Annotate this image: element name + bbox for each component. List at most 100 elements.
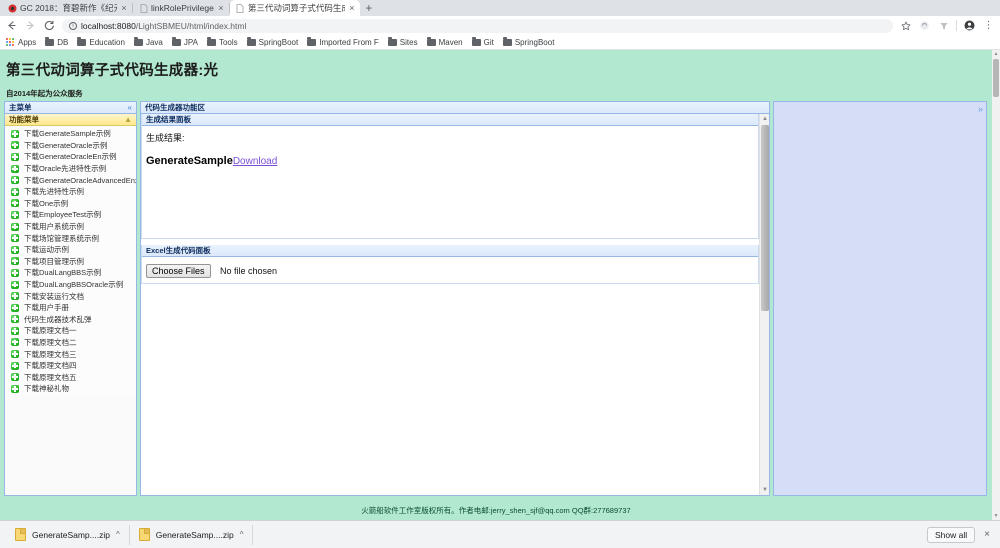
close-shelf-icon[interactable]: × xyxy=(984,529,990,540)
west-panel-header: 主菜单 « xyxy=(5,102,136,114)
close-icon[interactable]: × xyxy=(217,3,225,13)
menu-accordion: 下载GenerateSample示例 下载GenerateOracle示例 下载… xyxy=(5,126,136,495)
menu-item-label: 下载原理文档三 xyxy=(24,349,77,359)
chevron-up-icon[interactable]: ▲ xyxy=(124,115,132,124)
page-scroll-up-icon[interactable]: ▲ xyxy=(992,50,1000,58)
bookmark-education[interactable]: Education xyxy=(77,36,125,47)
chevron-up-icon[interactable]: ^ xyxy=(116,530,120,539)
menu-item-principle-doc-2[interactable]: 下载原理文档二 xyxy=(5,337,136,349)
menu-item-duallangbbs-oracle[interactable]: 下载DualLangBBSOracle示例 xyxy=(5,279,136,291)
close-icon[interactable]: × xyxy=(120,3,128,13)
plus-icon xyxy=(11,245,19,254)
page-scrollbar-thumb[interactable] xyxy=(993,59,999,97)
page-vertical-scrollbar[interactable]: ▲ ▼ xyxy=(992,50,1000,520)
zip-file-icon xyxy=(15,528,26,541)
menu-item-user-manual[interactable]: 下载用户手册 xyxy=(5,302,136,314)
bookmark-apps[interactable]: Apps xyxy=(6,37,36,47)
browser-menu-icon[interactable]: ⋮ xyxy=(982,19,995,32)
bookmark-sites[interactable]: Sites xyxy=(387,36,418,47)
folder-icon xyxy=(502,36,512,46)
center-panel: 代码生成器功能区 生成结果面板 生成结果: GenerateSampleDown… xyxy=(140,101,770,496)
address-bar[interactable]: i localhost:8080/LightSBMEU/html/index.h… xyxy=(62,18,893,33)
menu-item-principle-doc-1[interactable]: 下载原理文档一 xyxy=(5,325,136,337)
chevron-up-icon[interactable]: ^ xyxy=(240,530,244,539)
excel-panel-header: Excel生成代码面板 xyxy=(142,245,758,257)
page-favicon xyxy=(139,3,148,13)
page-scroll-down-icon[interactable]: ▼ xyxy=(992,512,1000,520)
excel-panel-title: Excel生成代码面板 xyxy=(146,245,211,255)
browser-tab-1[interactable]: GC 2018：育碧新作《纪元 × xyxy=(2,0,132,16)
bookmark-label: SpringBoot xyxy=(514,37,555,47)
show-all-downloads-button[interactable]: Show all xyxy=(927,526,976,543)
menu-item-label: 下载DualLangBBS示例 xyxy=(24,268,102,278)
menu-item-principle-doc-5[interactable]: 下载原理文档五 xyxy=(5,371,136,383)
browser-tab-3-active[interactable]: 第三代动词算子式代码生成 × xyxy=(229,0,360,16)
menu-item-label: 下载GenerateOracleEn示例 xyxy=(24,152,117,162)
new-tab-button[interactable]: + xyxy=(360,0,378,16)
menu-item-principle-doc-3[interactable]: 下载原理文档三 xyxy=(5,348,136,360)
menu-item-project-management[interactable]: 下载项目管理示例 xyxy=(5,256,136,268)
plus-icon xyxy=(11,129,19,138)
menu-item-generate-oracle[interactable]: 下载GenerateOracle示例 xyxy=(5,140,136,152)
menu-item-label: 下载DualLangBBSOracle示例 xyxy=(24,280,124,290)
download-link[interactable]: Download xyxy=(233,156,277,167)
bookmark-imported-from[interactable]: Imported From F xyxy=(307,36,379,47)
menu-item-advanced-features[interactable]: 下载先进特性示例 xyxy=(5,186,136,198)
menu-item-label: 下载安装运行文档 xyxy=(24,291,84,301)
result-content: 生成结果: GenerateSampleDownload xyxy=(142,126,758,238)
menu-item-principle-doc-4[interactable]: 下载原理文档四 xyxy=(5,360,136,372)
profile-avatar-icon[interactable] xyxy=(963,19,976,32)
folder-icon xyxy=(426,36,436,46)
close-icon[interactable]: × xyxy=(348,3,356,13)
menu-item-tech-talk[interactable]: 代码生成器技术乱弹 xyxy=(5,314,136,326)
bookmark-springboot-2[interactable]: SpringBoot xyxy=(502,36,555,47)
bookmark-star-icon[interactable] xyxy=(899,19,912,32)
bookmark-git[interactable]: Git xyxy=(471,36,494,47)
site-info-icon[interactable]: i xyxy=(69,21,77,30)
collapse-west-icon[interactable]: « xyxy=(128,103,132,112)
menu-item-generate-sample[interactable]: 下载GenerateSample示例 xyxy=(5,128,136,140)
folder-icon xyxy=(307,36,317,46)
menu-item-sports[interactable]: 下载运动示例 xyxy=(5,244,136,256)
scroll-down-icon[interactable]: ▼ xyxy=(760,485,769,495)
menu-item-oracle-advanced[interactable]: 下载Oracle先进特性示例 xyxy=(5,163,136,175)
menu-item-generate-oracle-advanced-en[interactable]: 下载GenerateOracleAdvancedEn示例 xyxy=(5,174,136,186)
menu-item-venue-management[interactable]: 下载场馆管理系统示例 xyxy=(5,232,136,244)
bookmark-tools[interactable]: Tools xyxy=(206,36,238,47)
bookmark-springboot[interactable]: SpringBoot xyxy=(246,36,299,47)
accordion-header[interactable]: 功能菜单 ▲ xyxy=(5,114,136,126)
bookmark-maven[interactable]: Maven xyxy=(426,36,463,47)
scrollbar-thumb[interactable] xyxy=(761,125,769,311)
center-vertical-scrollbar[interactable]: ▲ ▼ xyxy=(759,114,769,495)
excel-panel: Excel生成代码面板 Choose Files No file chosen xyxy=(141,245,759,284)
download-item-2[interactable]: GenerateSamp....zip ^ xyxy=(130,524,253,546)
menu-item-employee-test[interactable]: 下载EmployeeTest示例 xyxy=(5,209,136,221)
folder-icon xyxy=(387,36,397,46)
menu-item-user-system[interactable]: 下载用户系统示例 xyxy=(5,221,136,233)
menu-item-one-sample[interactable]: 下载One示例 xyxy=(5,198,136,210)
menu-item-label: 下载原理文档二 xyxy=(24,337,77,347)
extension-icon[interactable] xyxy=(918,19,931,32)
menu-item-duallangbbs[interactable]: 下载DualLangBBS示例 xyxy=(5,267,136,279)
download-item-1[interactable]: GenerateSamp....zip ^ xyxy=(6,524,129,546)
bookmark-java[interactable]: Java xyxy=(133,36,163,47)
filter-icon[interactable] xyxy=(937,19,950,32)
menu-item-install-doc[interactable]: 下载安装运行文档 xyxy=(5,290,136,302)
collapse-east-icon[interactable]: » xyxy=(978,104,983,114)
plus-icon xyxy=(11,384,19,393)
download-divider xyxy=(252,524,254,545)
forward-icon[interactable] xyxy=(24,19,37,32)
menu-item-mystery-gift[interactable]: 下载神秘礼物 xyxy=(5,383,136,395)
bookmark-db[interactable]: DB xyxy=(45,36,68,47)
choose-files-button[interactable]: Choose Files xyxy=(146,264,211,278)
browser-tab-2[interactable]: linkRolePrivilege × xyxy=(133,0,229,16)
excel-panel-body: Choose Files No file chosen xyxy=(142,257,758,283)
menu-item-label: 下载One示例 xyxy=(24,198,69,208)
menu-item-generate-oracle-en[interactable]: 下载GenerateOracleEn示例 xyxy=(5,151,136,163)
back-icon[interactable] xyxy=(5,19,18,32)
reload-icon[interactable] xyxy=(43,19,56,32)
scroll-up-icon[interactable]: ▲ xyxy=(760,114,769,124)
bookmark-label: SpringBoot xyxy=(258,37,299,47)
menu-item-label: 下载运动示例 xyxy=(24,245,69,255)
bookmark-jpa[interactable]: JPA xyxy=(171,36,198,47)
